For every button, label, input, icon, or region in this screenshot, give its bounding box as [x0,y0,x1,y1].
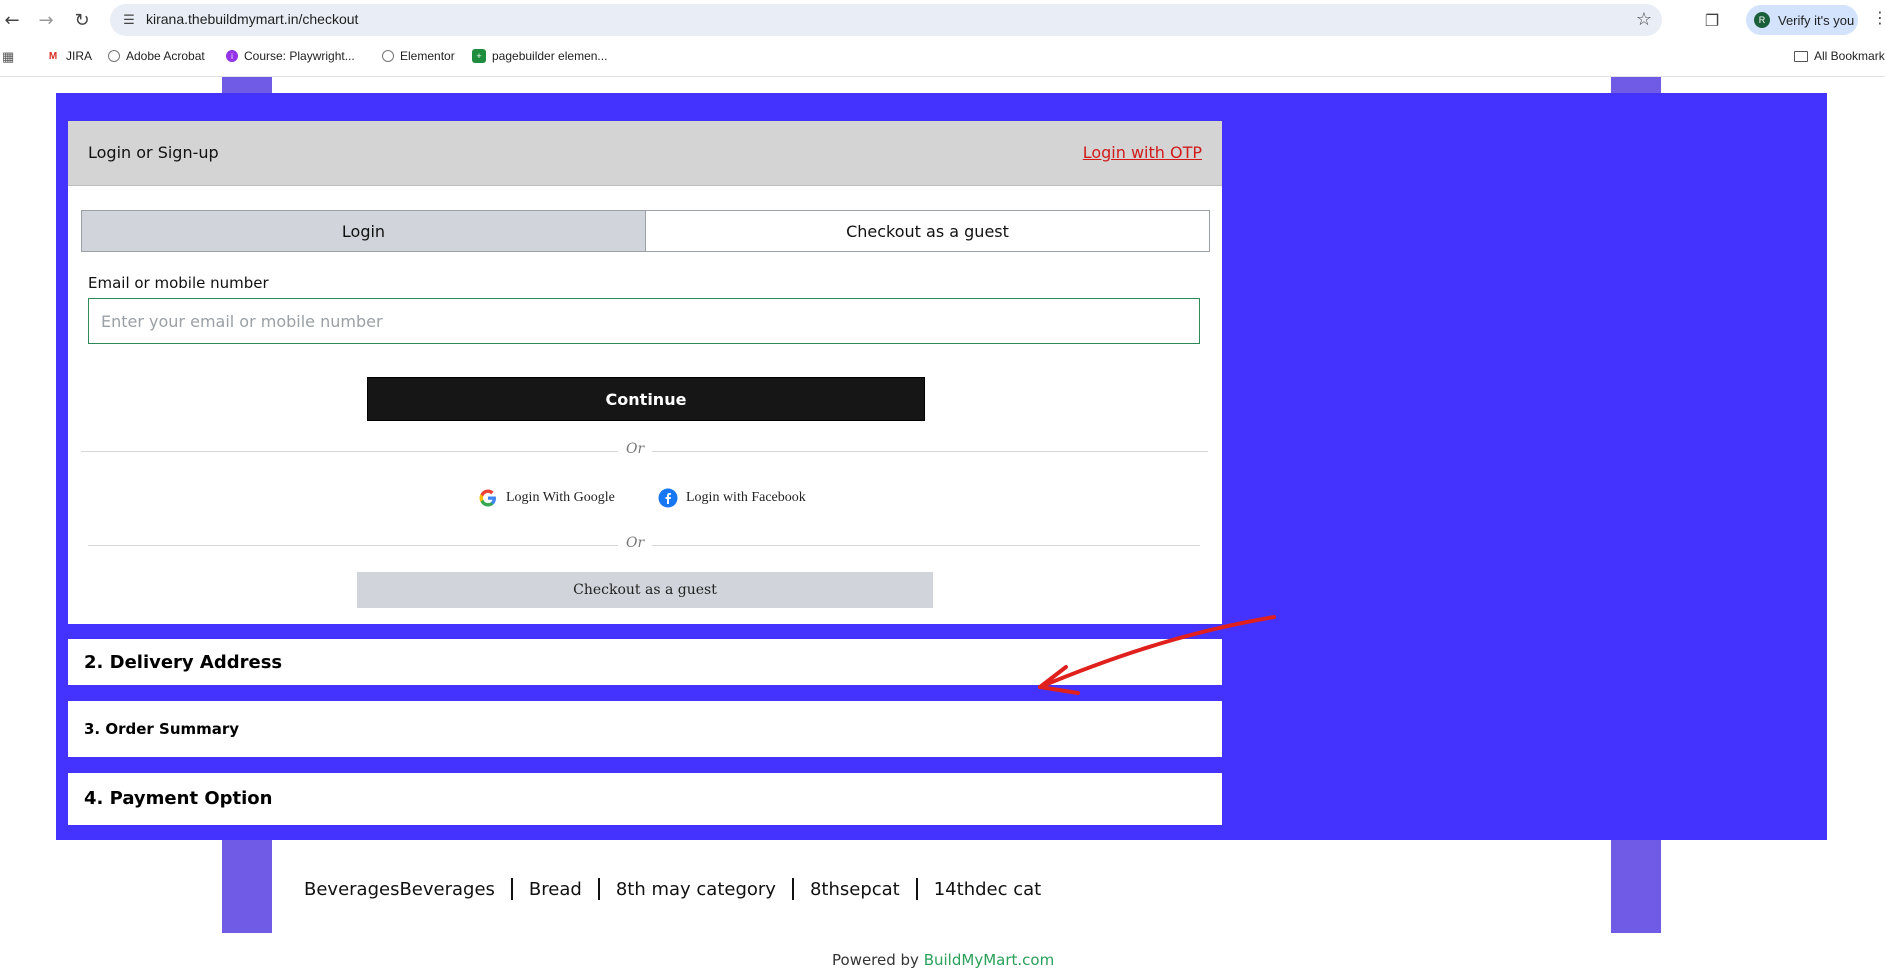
tab-login[interactable]: Login [82,211,646,251]
login-title: Login or Sign-up [88,143,219,162]
profile-verify-chip[interactable]: R Verify it's you [1746,5,1858,35]
section-title: 3. Order Summary [84,720,240,738]
decor-strip [1611,840,1661,933]
extensions-icon[interactable]: ❐ [1700,8,1724,32]
section-title: 4. Payment Option [84,788,273,809]
all-bookmarks[interactable]: All Bookmarks [1794,49,1885,63]
bookmark-elementor[interactable]: Elementor [382,49,455,63]
more-menu-icon[interactable]: ⋮ [1872,8,1885,32]
apps-grid-icon[interactable]: ▦ [2,49,14,65]
address-bar[interactable]: ☰ kirana.thebuildmymart.in/checkout ☆ [110,4,1662,36]
footer-category-link[interactable]: 8th may category [600,879,792,900]
verify-label: Verify it's you [1778,12,1855,28]
bookmark-pagebuilder[interactable]: + pagebuilder elemen... [472,49,607,63]
footer-categories: BeveragesBeverages Bread 8th may categor… [288,878,1057,900]
sheets-icon: + [472,49,486,63]
browser-toolbar: ← → ↻ ☰ kirana.thebuildmymart.in/checkou… [0,0,1885,40]
annotation-arrow-icon [1038,615,1276,695]
decor-strip [1611,77,1661,93]
google-icon [479,489,496,507]
footer-category-link[interactable]: BeveragesBeverages [288,879,511,900]
avatar: R [1754,12,1770,28]
decor-strip [222,77,272,93]
bookmark-adobe-acrobat[interactable]: Adobe Acrobat [108,49,205,63]
powered-by: Powered by BuildMyMart.com [832,951,1055,969]
footer-category-link[interactable]: 8thsepcat [794,879,916,900]
login-facebook-button[interactable]: Login with Facebook [658,488,806,508]
tab-checkout-guest[interactable]: Checkout as a guest [646,211,1209,251]
email-label: Email or mobile number [88,274,269,292]
footer-category-link[interactable]: 14thdec cat [918,879,1057,900]
checkout-panel: Login or Sign-up Login with OTP Login Ch… [56,93,1827,840]
email-input[interactable] [88,298,1200,344]
bookmark-jira[interactable]: M JIRA [46,49,92,63]
or-separator: Or [618,441,653,457]
social-login-row: Login With Google Login with Facebook [68,488,1222,512]
checkout-guest-button[interactable]: Checkout as a guest [357,572,933,608]
site-settings-icon[interactable]: ☰ [120,11,138,29]
bookmarks-bar: ▦ M JIRA Adobe Acrobat i Course: Playwri… [0,40,1885,77]
login-tabs: Login Checkout as a guest [81,210,1210,252]
globe-icon [108,50,120,62]
course-icon: i [226,50,238,62]
checkout-page: Login or Sign-up Login with OTP Login Ch… [0,77,1885,969]
facebook-icon [658,488,678,508]
section-title: 2. Delivery Address [84,652,283,673]
buildmymart-link[interactable]: BuildMyMart.com [924,951,1054,969]
forward-arrow-icon[interactable]: → [34,8,58,32]
bookmark-star-icon[interactable]: ☆ [1636,9,1652,30]
login-card: Login or Sign-up Login with OTP Login Ch… [68,121,1222,624]
footer-category-link[interactable]: Bread [513,879,598,900]
gmail-icon: M [48,50,58,62]
login-with-otp-link[interactable]: Login with OTP [1083,143,1202,162]
login-google-button[interactable]: Login With Google [478,488,615,508]
payment-option-section[interactable]: 4. Payment Option [68,773,1222,825]
globe-icon [382,50,394,62]
url-text[interactable]: kirana.thebuildmymart.in/checkout [146,11,358,27]
or-separator: Or [618,535,653,551]
continue-button[interactable]: Continue [367,377,925,421]
folder-icon [1794,50,1808,62]
bookmark-course[interactable]: i Course: Playwright... [226,49,355,63]
decor-strip [222,840,272,933]
back-arrow-icon[interactable]: ← [0,8,24,32]
reload-icon[interactable]: ↻ [70,8,94,32]
login-header: Login or Sign-up Login with OTP [68,121,1222,186]
